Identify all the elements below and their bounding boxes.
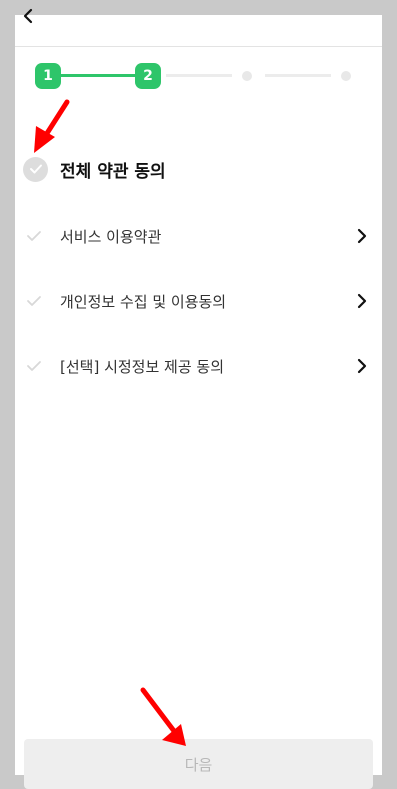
agree-all-checkbox[interactable] [23,156,48,182]
check-icon [27,296,41,306]
step-3-dot [242,71,252,81]
step-1-badge: 1 [35,63,61,89]
agree-all-label: 전체 약관 동의 [60,161,166,182]
term-row-optional[interactable]: [선택] 시정정보 제공 동의 [25,350,370,382]
chevron-right-icon[interactable] [354,228,370,244]
term-label: [선택] 시정정보 제공 동의 [60,357,225,376]
page-container [15,15,382,775]
term-label: 개인정보 수집 및 이용동의 [60,292,227,311]
next-button[interactable]: 다음 [24,739,373,789]
step-connector-pending [265,74,331,77]
term-row-privacy[interactable]: 개인정보 수집 및 이용동의 [25,285,370,317]
chevron-right-icon[interactable] [354,358,370,374]
check-icon [29,164,42,174]
step-connector-pending [166,74,232,77]
step-4-dot [341,71,351,81]
term-checkbox[interactable] [25,227,43,245]
progress-stepper: 1 2 [0,0,397,110]
term-label: 서비스 이용약관 [60,227,162,246]
check-icon [27,231,41,241]
term-row-service[interactable]: 서비스 이용약관 [25,220,370,252]
term-checkbox[interactable] [25,292,43,310]
term-checkbox[interactable] [25,357,43,375]
chevron-right-icon[interactable] [354,293,370,309]
check-icon [27,361,41,371]
agree-all-row[interactable]: 전체 약관 동의 [23,152,166,186]
step-2-badge: 2 [135,63,161,89]
step-connector-done [61,74,135,77]
